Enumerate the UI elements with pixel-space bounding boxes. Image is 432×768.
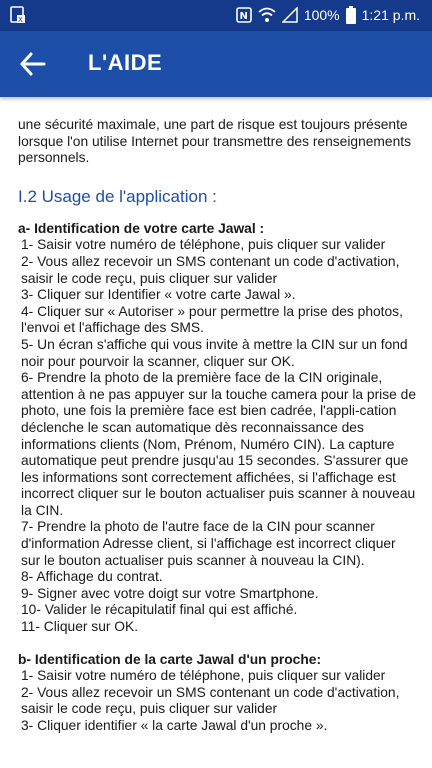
signal-icon — [281, 7, 298, 23]
section-b-title: b- Identification de la carte Jawal d'un… — [18, 651, 322, 667]
battery-icon — [345, 6, 356, 24]
battery-percent: 100% — [303, 7, 340, 23]
arrow-back-icon — [16, 52, 50, 84]
help-content[interactable]: une sécurité maximale, une part de risqu… — [18, 97, 418, 768]
app-bar: L'AIDE — [0, 31, 432, 97]
section-b-step: 3- Cliquer identifier « la carte Jawal d… — [21, 718, 328, 733]
section-a-step: 7- Prendre la photo de l'autre face de l… — [21, 519, 396, 568]
app-notification-icon: X — [10, 6, 26, 24]
section-a-title: a- Identification de votre carte Jawal : — [18, 220, 265, 236]
section-b-step: 2- Vous allez recevoir un SMS contenant … — [21, 684, 400, 717]
wifi-icon — [258, 7, 276, 23]
section-a-step: 9- Signer avec votre doigt sur votre Sma… — [21, 585, 319, 601]
section-a-step: 3- Cliquer sur Identifier « votre carte … — [21, 287, 296, 303]
section-a-step: 10- Valider le récapitulatif final qui e… — [21, 602, 298, 618]
back-button[interactable] — [16, 48, 50, 80]
section-a-step: 2- Vous allez recevoir un SMS contenant … — [21, 253, 400, 286]
clock: 1:21 p.m. — [361, 7, 420, 23]
section-a-step: 11- Cliquer sur OK. — [21, 619, 139, 635]
section-a-step: 1- Saisir votre numéro de téléphone, pui… — [21, 237, 386, 253]
section-a-step: 4- Cliquer sur « Autoriser » pour permet… — [21, 303, 403, 336]
section-a-step: 6- Prendre la photo de la première face … — [21, 370, 416, 518]
svg-text:N: N — [239, 11, 247, 22]
page-title: L'AIDE — [88, 50, 163, 75]
svg-text:X: X — [18, 16, 23, 24]
intro-paragraph: une sécurité maximale, une part de risqu… — [18, 117, 411, 166]
section-title: I.2 Usage de l'application : — [18, 186, 217, 206]
status-bar: X N 100% 1:21 p.m. — [0, 0, 432, 31]
section-a-step: 8- Affichage du contrat. — [21, 569, 163, 585]
section-a-step: 5- Un écran s'affiche qui vous invite à … — [21, 336, 408, 369]
section-b-step: 1- Saisir votre numéro de téléphone, pui… — [21, 668, 386, 684]
nfc-icon: N — [236, 7, 252, 23]
